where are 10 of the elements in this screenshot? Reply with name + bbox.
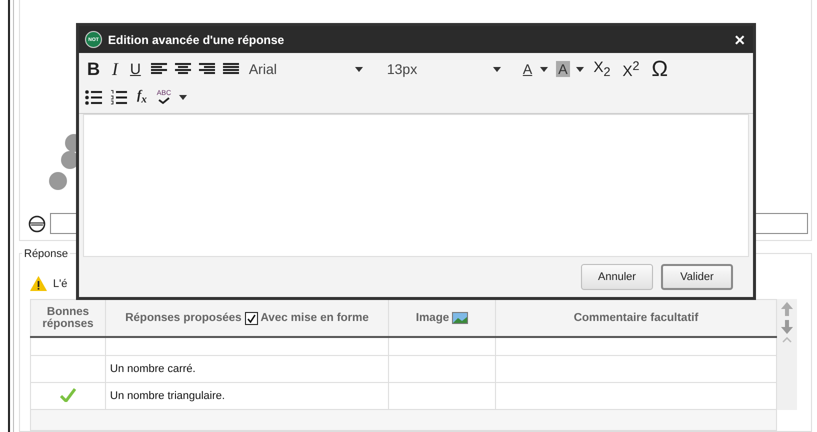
column-header: Commentaire facultatif: [496, 300, 776, 337]
dialog-title: Edition avancée d'une réponse: [108, 32, 286, 46]
column-header: Bonnes réponses: [30, 300, 106, 337]
column-header: Réponses proposées: [125, 312, 242, 324]
answer-text: Un nombre triangulaire.: [110, 390, 225, 402]
warning-text: L'é: [53, 278, 68, 290]
column-header: Image: [416, 312, 450, 324]
answer-text: Un nombre carré.: [110, 363, 196, 375]
checkbox-label: Avec mise en forme: [260, 312, 369, 324]
fieldset-legend: Réponse: [22, 248, 70, 260]
